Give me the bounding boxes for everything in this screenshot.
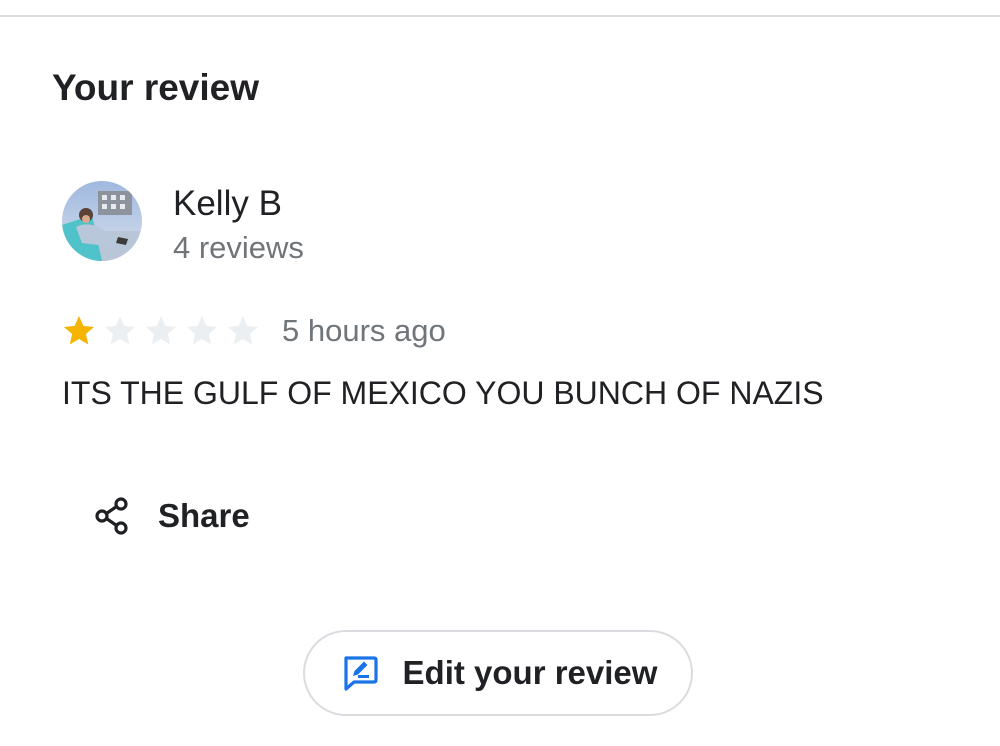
star-empty-icon [105,316,135,345]
review-text: ITS THE GULF OF MEXICO YOU BUNCH OF NAZI… [62,375,824,411]
edit-review-label: Edit your review [402,654,658,691]
star-empty-icon [146,316,176,345]
avatar-photo [62,181,142,261]
star-rating [61,311,266,351]
share-icon [88,492,136,540]
star-filled-icon [64,316,94,345]
review-timestamp: 5 hours ago [282,313,446,348]
edit-review-icon [339,652,381,694]
section-title: Your review [52,67,260,108]
author-review-count: 4 reviews [173,230,304,265]
star-empty-icon [187,316,217,345]
top-divider [0,15,1000,17]
author-name[interactable]: Kelly B [173,184,282,224]
share-button[interactable]: Share [88,488,250,544]
author-avatar[interactable] [62,181,142,261]
edit-review-button[interactable]: Edit your review [303,630,693,716]
share-label: Share [158,497,250,534]
star-empty-icon [228,316,258,345]
